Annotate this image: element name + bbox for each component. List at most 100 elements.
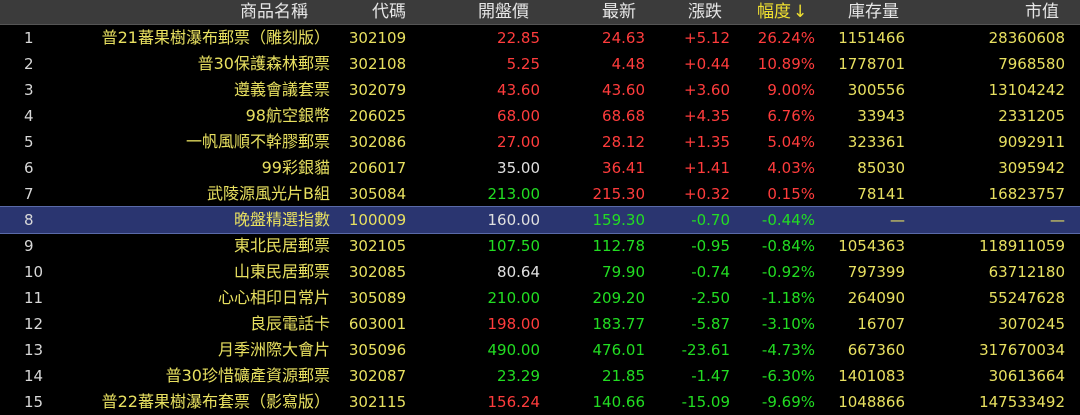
stock-qty: 33943: [857, 107, 905, 125]
table-row[interactable]: 4 98航空銀幣 206025 68.00 68.68 +4.35 6.76% 33943 23…: [0, 103, 1080, 129]
open-price: 5.25: [506, 55, 540, 73]
last-price: 112.78: [592, 237, 646, 255]
market-value: 9092911: [998, 133, 1065, 151]
column-header-stock[interactable]: 庫存量: [848, 0, 899, 24]
open-price: 213.00: [487, 185, 541, 203]
last-price: 21.85: [602, 367, 645, 385]
price-change: -23.61: [681, 341, 730, 359]
product-name: 普30珍惜礦產資源郵票: [165, 366, 330, 385]
table-row[interactable]: 12 良辰電話卡 603001 198.00 183.77 -5.87 -3.10% 1670…: [0, 311, 1080, 337]
table-row[interactable]: 15 普22蕃果樹瀑布套票（影寫版） 302115 156.24 140.66 -15.0…: [0, 389, 1080, 415]
open-price: 43.60: [497, 81, 540, 99]
market-value: 3070245: [998, 315, 1065, 333]
open-price: 156.24: [487, 393, 541, 411]
price-change: +0.32: [684, 185, 730, 203]
table-row[interactable]: 6 99彩銀貓 206017 35.00 36.41 +1.41 4.03% 85030 309…: [0, 155, 1080, 181]
change-pct: 9.00%: [767, 81, 815, 99]
product-code: 302085: [348, 263, 407, 281]
price-change: +1.41: [684, 159, 730, 177]
change-pct: 0.15%: [767, 185, 815, 203]
column-header-change[interactable]: 漲跌: [688, 0, 722, 24]
column-header-code[interactable]: 代碼: [372, 0, 406, 24]
column-header-last[interactable]: 最新: [602, 0, 636, 24]
open-price: 198.00: [487, 315, 541, 333]
product-code: 603001: [348, 315, 407, 333]
last-price: 68.68: [602, 107, 645, 125]
change-pct: -4.73%: [761, 341, 815, 359]
market-value: —: [1050, 211, 1065, 229]
change-pct: 6.76%: [767, 107, 815, 125]
table-row[interactable]: 14 普30珍惜礦產資源郵票 302087 23.29 21.85 -1.47 -6.30%…: [0, 363, 1080, 389]
market-value: 63712180: [988, 263, 1065, 281]
stock-qty: 323361: [847, 133, 905, 151]
market-value: 28360608: [988, 29, 1065, 47]
price-change: +5.12: [684, 29, 730, 47]
table-row[interactable]: 3 遵義會議套票 302079 43.60 43.60 +3.60 9.00% 300556 1…: [0, 77, 1080, 103]
product-name: 良辰電話卡: [249, 314, 330, 333]
market-value: 147533492: [979, 393, 1065, 411]
product-code: 206017: [348, 159, 407, 177]
product-code: 302086: [348, 133, 407, 151]
stock-qty: 78141: [857, 185, 905, 203]
product-code: 305096: [348, 341, 407, 359]
product-code: 302115: [348, 393, 407, 411]
change-pct: -3.10%: [761, 315, 815, 333]
product-name: 普21蕃果樹瀑布郵票（雕刻版）: [101, 28, 330, 47]
table-row[interactable]: 11 心心相印日常片 305089 210.00 209.20 -2.50 -1.18% 26…: [0, 285, 1080, 311]
price-change: +1.35: [684, 133, 730, 151]
product-code: 206025: [348, 107, 407, 125]
stock-qty: 1054363: [838, 237, 905, 255]
open-price: 160.00: [487, 211, 541, 229]
product-code: 305084: [348, 185, 407, 203]
open-price: 35.00: [497, 159, 540, 177]
table-row[interactable]: 5 一帆風順不幹膠郵票 302086 27.00 28.12 +1.35 5.04% 3233…: [0, 129, 1080, 155]
column-header-pct[interactable]: 幅度 ↓: [757, 0, 807, 24]
open-price: 68.00: [497, 107, 540, 125]
open-price: 80.64: [497, 263, 540, 281]
price-change: -0.70: [691, 211, 730, 229]
change-pct: -1.18%: [761, 289, 815, 307]
last-price: 476.01: [592, 341, 646, 359]
stock-qty: 264090: [847, 289, 905, 307]
change-pct: -6.30%: [761, 367, 815, 385]
last-price: 183.77: [592, 315, 646, 333]
table-row[interactable]: 13 月季洲際大會片 305096 490.00 476.01 -23.61 -4.73% 6…: [0, 337, 1080, 363]
table-row[interactable]: 2 普30保護森林郵票 302108 5.25 4.48 +0.44 10.89% 17787…: [0, 51, 1080, 77]
price-change: -5.87: [691, 315, 730, 333]
table-row[interactable]: 1 普21蕃果樹瀑布郵票（雕刻版） 302109 22.85 24.63 +5.12 26.…: [0, 25, 1080, 51]
stock-qty: 1401083: [838, 367, 905, 385]
table-row[interactable]: 9 東北民居郵票 302105 107.50 112.78 -0.95 -0.84% 1054…: [0, 233, 1080, 259]
open-price: 27.00: [497, 133, 540, 151]
stock-qty: 300556: [847, 81, 905, 99]
column-header-open[interactable]: 開盤價: [478, 0, 529, 24]
market-value: 7968580: [998, 55, 1065, 73]
change-pct: -0.84%: [761, 237, 815, 255]
open-price: 210.00: [487, 289, 541, 307]
table-row[interactable]: 7 武陵源風光片B組 305084 213.00 215.30 +0.32 0.15% 781…: [0, 181, 1080, 207]
change-pct: 26.24%: [757, 29, 815, 47]
stock-qty: 16707: [857, 315, 905, 333]
table-row[interactable]: 10 山東民居郵票 302085 80.64 79.90 -0.74 -0.92% 79739…: [0, 259, 1080, 285]
stock-qty: 1151466: [838, 29, 905, 47]
product-code: 302079: [348, 81, 407, 99]
open-price: 490.00: [487, 341, 541, 359]
change-pct: -0.44%: [761, 211, 815, 229]
product-code: 302108: [348, 55, 407, 73]
stock-qty: 1048866: [838, 393, 905, 411]
table-row[interactable]: 8 晚盤精選指數 100009 160.00 159.30 -0.70 -0.44% — —: [0, 206, 1080, 234]
column-header-name[interactable]: 商品名稱: [240, 0, 308, 24]
last-price: 24.63: [602, 29, 645, 47]
price-change: +3.60: [684, 81, 730, 99]
stock-qty: 1778701: [838, 55, 905, 73]
market-value: 55247628: [988, 289, 1065, 307]
column-header-mcap[interactable]: 市值: [1025, 0, 1059, 24]
product-code: 305089: [348, 289, 407, 307]
last-price: 28.12: [602, 133, 645, 151]
product-name: 遵義會議套票: [233, 80, 330, 99]
quote-table-body: 1 普21蕃果樹瀑布郵票（雕刻版） 302109 22.85 24.63 +5.12 26.…: [0, 25, 1080, 415]
stock-qty: 667360: [847, 341, 905, 359]
product-name: 98航空銀幣: [245, 106, 330, 125]
last-price: 36.41: [602, 159, 645, 177]
stock-qty: 797399: [847, 263, 905, 281]
column-header-row: 商品名稱 代碼 開盤價 最新 漲跌 幅度 ↓ 庫存量 市值: [0, 0, 1080, 25]
